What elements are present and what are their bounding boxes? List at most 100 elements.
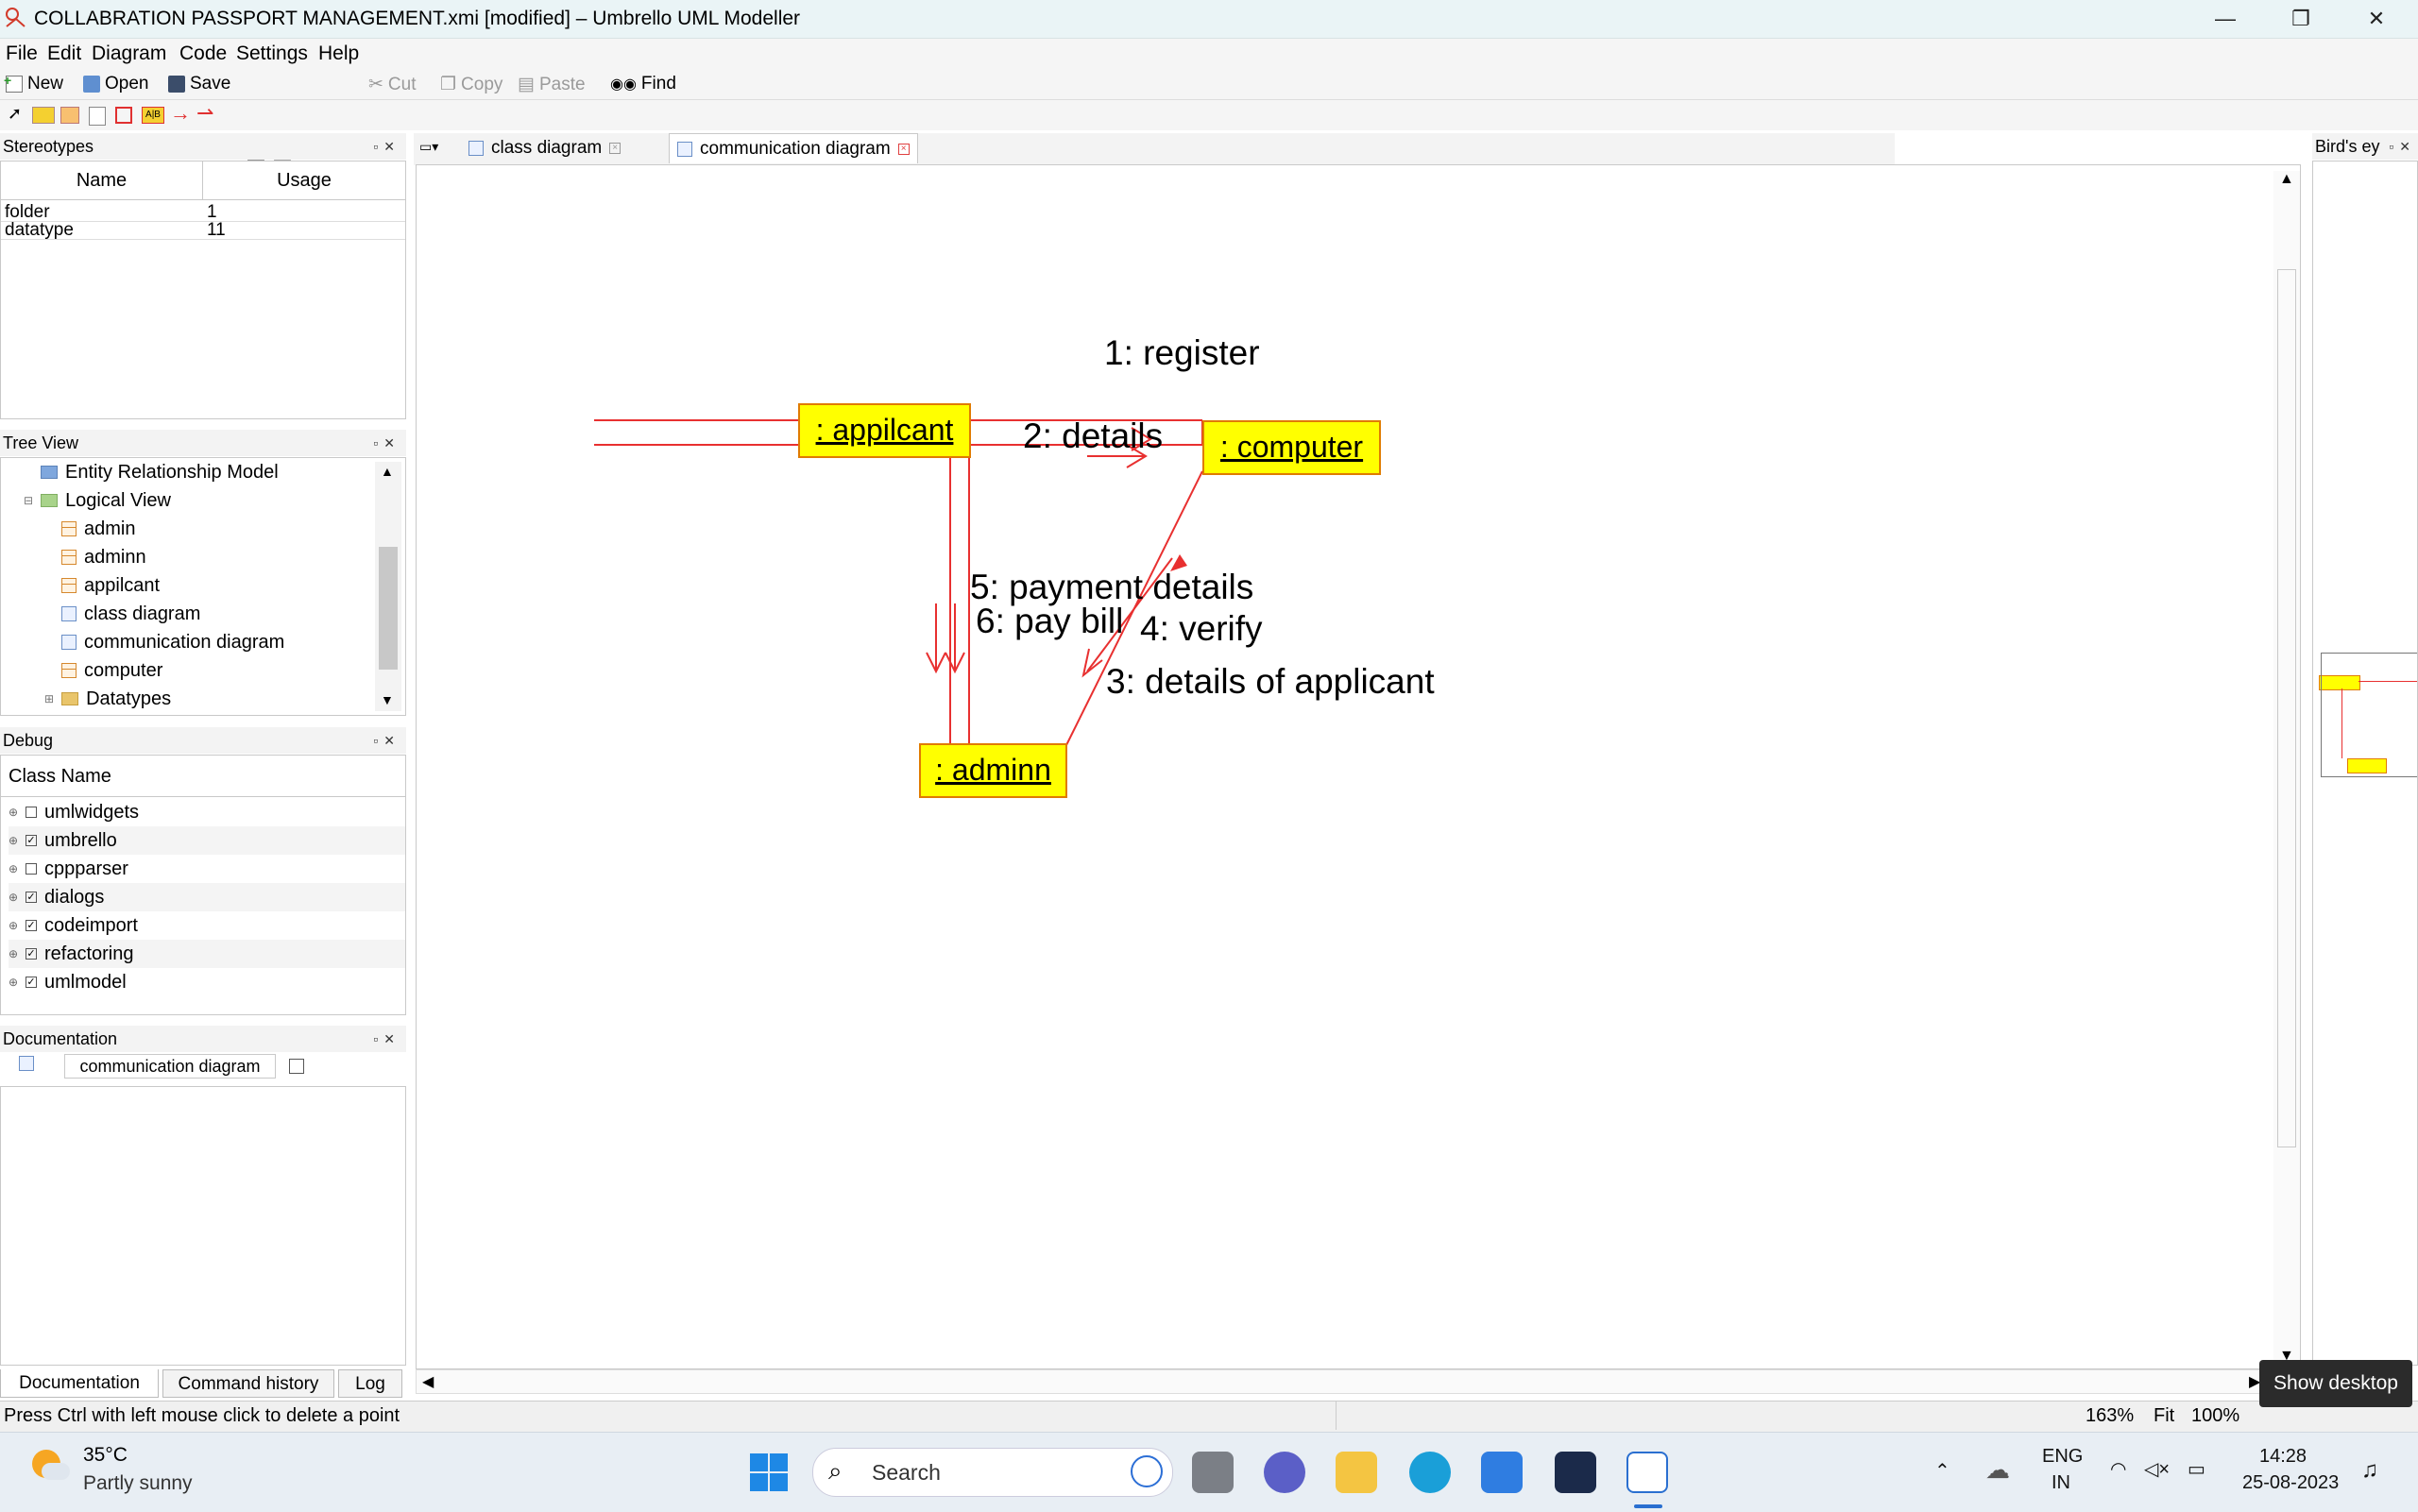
tab-class-diagram[interactable]: class diagram × bbox=[461, 133, 628, 163]
expand-icon[interactable]: ⊞ bbox=[44, 685, 54, 713]
menu-settings[interactable]: Settings bbox=[236, 42, 308, 65]
tree-item[interactable]: ⊞ Datatypes bbox=[44, 685, 171, 713]
checkbox-checked[interactable]: ✓ bbox=[26, 892, 37, 903]
note-widget-icon[interactable] bbox=[89, 107, 106, 126]
message-sync-icon[interactable]: → bbox=[170, 101, 191, 126]
wifi-icon[interactable]: ◠ bbox=[2110, 1457, 2126, 1481]
edge-browser-icon[interactable] bbox=[1409, 1452, 1451, 1493]
documentation-textarea[interactable] bbox=[0, 1086, 406, 1366]
object-widget-icon[interactable] bbox=[32, 107, 55, 124]
dock-float-close-icon[interactable]: ▫✕ bbox=[2389, 133, 2416, 160]
weather-desc[interactable]: Partly sunny bbox=[83, 1472, 193, 1495]
tab-communication-diagram[interactable]: communication diagram × bbox=[669, 133, 918, 163]
tree-item[interactable]: adminn bbox=[61, 543, 146, 571]
menu-file[interactable]: File bbox=[6, 42, 38, 65]
box-widget-icon[interactable] bbox=[115, 107, 132, 124]
scroll-thumb[interactable] bbox=[379, 547, 398, 670]
volume-muted-icon[interactable]: ◁× bbox=[2144, 1457, 2170, 1481]
notification-bell-icon[interactable]: ♫ bbox=[2361, 1457, 2378, 1484]
debug-item[interactable]: ⊕ ✓ umlmodel bbox=[9, 968, 405, 996]
checkbox-checked[interactable]: ✓ bbox=[26, 835, 37, 846]
checkbox-unchecked[interactable] bbox=[26, 863, 37, 875]
object-computer[interactable]: : computer bbox=[1202, 420, 1381, 475]
expand-icon[interactable]: ⊕ bbox=[9, 940, 18, 968]
tree-item[interactable]: Entity Relationship Model bbox=[41, 458, 279, 486]
scroll-up-icon[interactable]: ▲ bbox=[2279, 171, 2294, 188]
clock-time[interactable]: 14:28 bbox=[2259, 1446, 2307, 1468]
minimize-button[interactable]: — bbox=[2188, 0, 2263, 38]
close-tab-icon[interactable]: × bbox=[897, 143, 910, 155]
ms-store-icon[interactable] bbox=[1481, 1452, 1523, 1493]
onedrive-icon[interactable]: ☁ bbox=[1985, 1455, 2010, 1485]
dock-float-close-icon[interactable]: ▫✕ bbox=[373, 430, 400, 456]
text-widget-icon[interactable]: A|B bbox=[142, 107, 164, 124]
close-tab-icon[interactable]: × bbox=[609, 143, 622, 154]
checkbox-unchecked[interactable] bbox=[26, 807, 37, 818]
tree-item[interactable]: appilcant bbox=[61, 571, 160, 600]
taskbar-search[interactable]: ⌕ Search bbox=[812, 1448, 1173, 1497]
diagram-canvas[interactable]: : appilcant : computer : adminn 1: regis… bbox=[416, 164, 2301, 1369]
checkbox-checked[interactable]: ✓ bbox=[26, 977, 37, 988]
dock-float-close-icon[interactable]: ▫✕ bbox=[373, 133, 400, 160]
weather-temp[interactable]: 35°C bbox=[83, 1444, 128, 1467]
message-async-icon[interactable]: ⇀ bbox=[196, 101, 213, 126]
battery-icon[interactable]: ▭ bbox=[2188, 1457, 2205, 1481]
bing-icon[interactable] bbox=[1131, 1455, 1163, 1487]
lang-region[interactable]: IN bbox=[2052, 1472, 2070, 1494]
message-label[interactable]: 1: register bbox=[1104, 333, 1260, 373]
windows-start-icon[interactable] bbox=[748, 1452, 790, 1493]
task-view-icon[interactable] bbox=[1192, 1452, 1234, 1493]
tab-menu-icon[interactable]: ▭▾ bbox=[419, 139, 438, 155]
debug-item[interactable]: ⊕ ✓ dialogs bbox=[9, 883, 405, 911]
weather-icon[interactable] bbox=[28, 1446, 70, 1487]
tree-item[interactable]: computer bbox=[61, 656, 162, 685]
scroll-down-icon[interactable]: ▼ bbox=[381, 692, 394, 707]
menu-edit[interactable]: Edit bbox=[47, 42, 81, 65]
find-button[interactable]: ◉◉ Find bbox=[610, 74, 676, 94]
tree-item[interactable]: ⊟ Logical View bbox=[24, 486, 171, 515]
tab-log[interactable]: Log bbox=[338, 1369, 402, 1398]
tray-chevron-icon[interactable]: ⌃ bbox=[1934, 1459, 1950, 1483]
new-button[interactable]: + New bbox=[4, 73, 63, 94]
menu-diagram[interactable]: Diagram bbox=[92, 42, 166, 65]
expand-icon[interactable]: ⊕ bbox=[9, 968, 18, 996]
file-explorer-icon[interactable] bbox=[1336, 1452, 1377, 1493]
tab-command-history[interactable]: Command history bbox=[162, 1369, 334, 1398]
documentation-name-field[interactable]: communication diagram bbox=[64, 1054, 276, 1079]
object-admin[interactable]: : adminn bbox=[919, 743, 1067, 798]
object-applicant[interactable]: : appilcant bbox=[798, 403, 971, 458]
diagram-hscrollbar[interactable]: ◀ ▶ bbox=[416, 1369, 2301, 1394]
dock-float-close-icon[interactable]: ▫✕ bbox=[373, 727, 400, 754]
dock-float-close-icon[interactable]: ▫✕ bbox=[373, 1026, 400, 1052]
debug-item[interactable]: ⊕ ✓ codeimport bbox=[9, 911, 405, 940]
expand-icon[interactable]: ⊕ bbox=[9, 883, 18, 911]
zoom-reset-button[interactable]: 100% bbox=[2191, 1405, 2239, 1427]
debug-column-header[interactable]: Class Name bbox=[1, 756, 405, 797]
scroll-left-icon[interactable]: ◀ bbox=[422, 1372, 434, 1391]
stereotypes-col-name[interactable]: Name bbox=[1, 161, 203, 199]
tree-scrollbar[interactable]: ▲ ▼ bbox=[375, 462, 401, 711]
checkbox-checked[interactable]: ✓ bbox=[26, 920, 37, 931]
lang-code[interactable]: ENG bbox=[2042, 1446, 2083, 1468]
collapse-icon[interactable]: ⊟ bbox=[24, 486, 33, 515]
paste-button[interactable]: ▤ Paste bbox=[518, 74, 586, 95]
birds-eye-panel[interactable] bbox=[2312, 161, 2418, 1366]
expand-icon[interactable]: ⊕ bbox=[9, 911, 18, 940]
class-widget-icon[interactable] bbox=[60, 107, 79, 124]
select-arrow-icon[interactable]: ➚ bbox=[8, 104, 22, 124]
copy-button[interactable]: ❐ Copy bbox=[440, 74, 502, 95]
expand-icon[interactable]: ⊕ bbox=[9, 798, 18, 826]
scroll-up-icon[interactable]: ▲ bbox=[381, 464, 394, 479]
diagram-vscrollbar[interactable]: ▲ ▼ bbox=[2273, 171, 2300, 1367]
message-label[interactable]: 4: verify bbox=[1140, 609, 1263, 649]
menu-code[interactable]: Code bbox=[179, 42, 227, 65]
message-label[interactable]: 3: details of applicant bbox=[1106, 662, 1435, 702]
expand-icon[interactable]: ⊕ bbox=[9, 855, 18, 883]
debug-item[interactable]: ⊕ cppparser bbox=[9, 855, 405, 883]
debug-item[interactable]: ⊕ ✓ refactoring bbox=[9, 940, 405, 968]
expand-icon[interactable]: ⊕ bbox=[9, 826, 18, 855]
tree-item[interactable]: admin bbox=[61, 515, 135, 543]
menu-help[interactable]: Help bbox=[318, 42, 359, 65]
debug-item[interactable]: ⊕ ✓ umbrello bbox=[9, 826, 405, 855]
checkbox-checked[interactable]: ✓ bbox=[26, 948, 37, 960]
